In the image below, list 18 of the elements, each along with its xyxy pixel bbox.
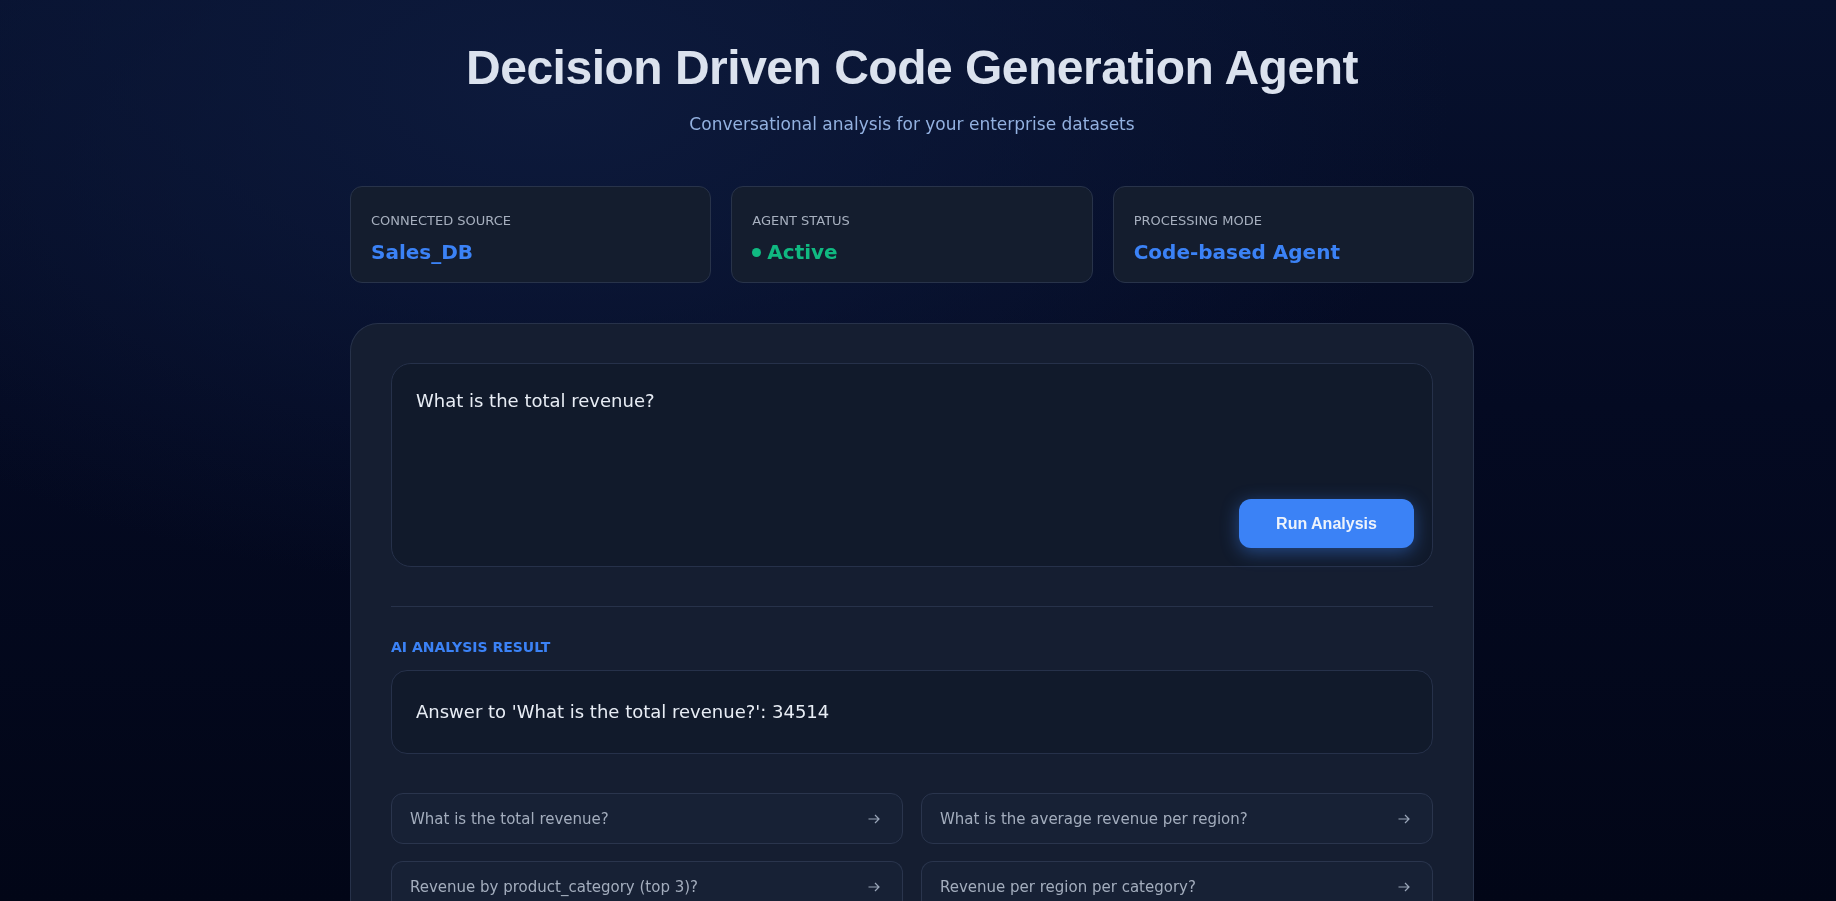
page-title: Decision Driven Code Generation Agent xyxy=(465,40,1359,96)
arrow-right-icon xyxy=(868,814,880,824)
page-subtitle: Conversational analysis for your enterprise datasets xyxy=(688,113,1136,136)
card-label: CONNECTED SOURCE xyxy=(371,213,513,229)
card-value: Code-based Agent xyxy=(1133,239,1340,266)
result-heading: AI ANALYSIS RESULT xyxy=(391,638,552,656)
card-label: AGENT STATUS xyxy=(752,213,851,229)
card-value: Sales_DB xyxy=(371,239,474,266)
card-value: Active xyxy=(767,239,838,266)
arrow-right-icon xyxy=(1398,814,1410,824)
result-answer: Answer to 'What is the total revenue?': 34514 xyxy=(416,700,830,724)
suggestion-button[interactable]: Revenue by product_category (top 3)? xyxy=(391,861,903,901)
suggestion-button[interactable]: What is the average revenue per region? xyxy=(921,793,1433,844)
suggestion-button[interactable]: What is the total revenue? xyxy=(391,793,903,844)
suggestion-button[interactable]: Revenue per region per category? xyxy=(921,861,1433,901)
arrow-right-icon xyxy=(1398,882,1410,892)
card-label: PROCESSING MODE xyxy=(1133,213,1263,229)
arrow-right-icon xyxy=(868,882,880,892)
